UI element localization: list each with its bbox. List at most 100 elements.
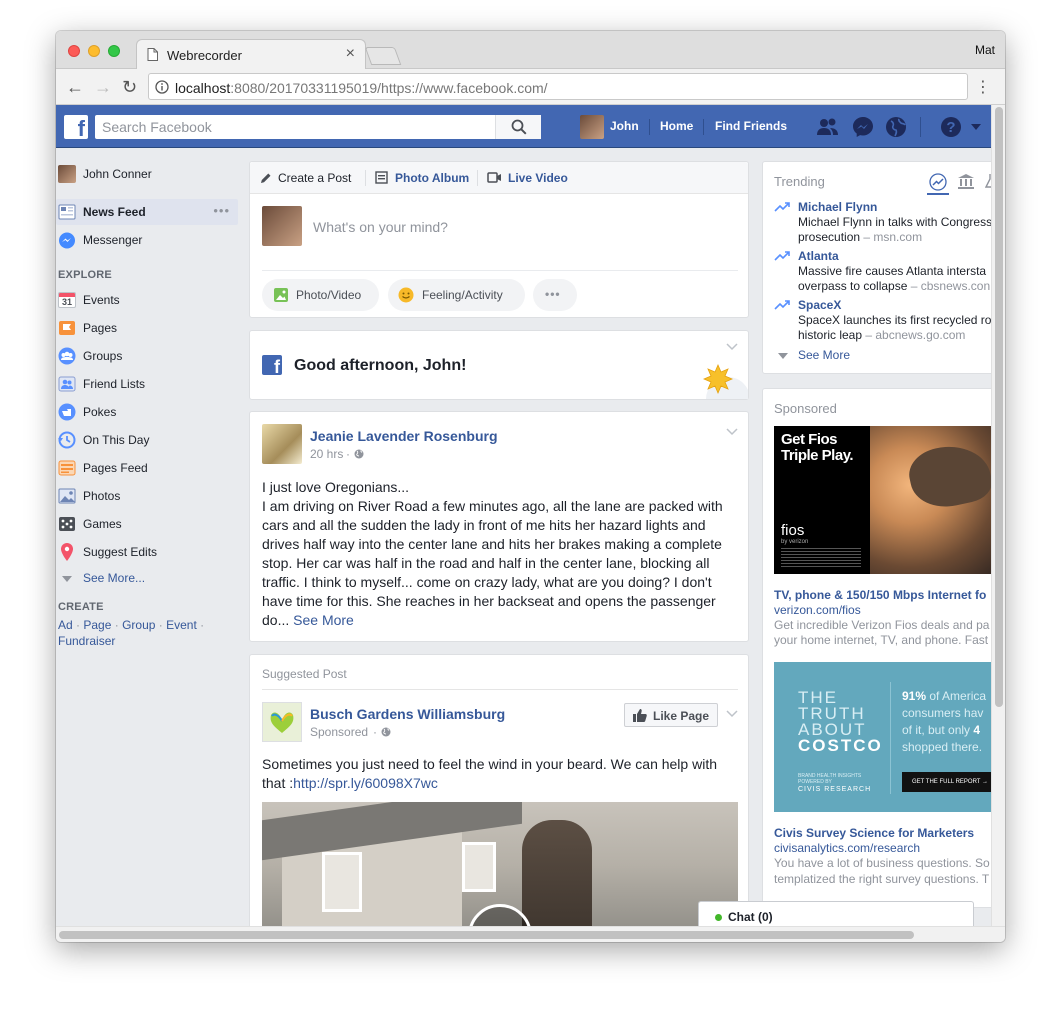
- close-window-button[interactable]: [68, 45, 80, 57]
- messenger-icon[interactable]: [852, 116, 874, 138]
- chevron-down-icon[interactable]: [726, 343, 738, 351]
- composer-input[interactable]: What's on your mind?: [313, 219, 448, 235]
- browser-menu-icon[interactable]: ⋮: [975, 77, 991, 97]
- window-shape: [322, 852, 362, 912]
- nav-separator: [920, 117, 921, 137]
- politics-building-icon[interactable]: [957, 173, 975, 189]
- sidebar-item-photos[interactable]: Photos: [56, 483, 236, 509]
- chat-bar[interactable]: Chat (0): [698, 901, 974, 926]
- see-more-link[interactable]: See More: [293, 612, 354, 628]
- maximize-window-button[interactable]: [108, 45, 120, 57]
- post-timestamp[interactable]: 20 hrs: [310, 447, 343, 461]
- civis-ad-url[interactable]: civisanalytics.com/research: [774, 841, 920, 855]
- vertical-scrollbar[interactable]: [991, 105, 1005, 926]
- sidebar-item-profile[interactable]: John Conner: [56, 161, 236, 187]
- account-menu-chevron-down-icon[interactable]: [970, 123, 982, 131]
- browser-profile[interactable]: Mat: [975, 43, 995, 57]
- find-friends-link[interactable]: Find Friends: [715, 119, 787, 133]
- sidebar-item-pages[interactable]: Pages: [56, 315, 236, 341]
- more-composer-options-button[interactable]: •••: [533, 279, 577, 311]
- audience-separator: ·: [373, 725, 377, 739]
- tab-photo-album[interactable]: Photo Album: [395, 171, 469, 185]
- sidebar-item-games[interactable]: Games: [56, 511, 236, 537]
- tab-create-post[interactable]: Create a Post: [278, 171, 351, 185]
- trending-topic: Michael Flynn: [798, 200, 878, 214]
- sidebar-item-news-feed[interactable]: News Feed •••: [56, 199, 238, 225]
- sidebar-see-more[interactable]: See More...: [56, 565, 236, 591]
- post-link[interactable]: http://spr.ly/60098X7wc: [293, 775, 438, 791]
- like-page-button[interactable]: Like Page: [624, 703, 718, 727]
- address-bar[interactable]: localhost:8080/20170331195019/https://ww…: [148, 73, 968, 100]
- composer-tabs: Create a Post Photo Album Live Video: [250, 162, 748, 194]
- sidebar-item-events[interactable]: 31 Events: [56, 287, 236, 313]
- url-text: localhost:8080/20170331195019/https://ww…: [175, 80, 548, 96]
- minimize-window-button[interactable]: [88, 45, 100, 57]
- post-author-avatar[interactable]: [262, 424, 302, 464]
- title-bar: Webrecorder × Mat: [56, 31, 1005, 70]
- sidebar-item-label: Events: [83, 293, 120, 307]
- back-icon[interactable]: ←: [66, 77, 84, 98]
- reload-icon[interactable]: ↻: [122, 77, 137, 98]
- sidebar-item-pokes[interactable]: Pokes: [56, 399, 236, 425]
- create-fundraiser-link[interactable]: Fundraiser: [58, 634, 115, 648]
- sponsored-label[interactable]: Sponsored: [310, 725, 368, 739]
- new-tab-button[interactable]: [364, 47, 402, 65]
- costco-cta-button[interactable]: GET THE FULL REPORT →: [902, 772, 991, 792]
- home-link[interactable]: Home: [660, 119, 693, 133]
- feeling-activity-button[interactable]: Feeling/Activity: [388, 279, 525, 311]
- fios-ad-desc-2: your home internet, TV, and phone. Fast: [774, 633, 989, 647]
- friend-requests-icon[interactable]: [816, 117, 840, 137]
- forward-icon[interactable]: →: [94, 77, 112, 98]
- fios-ad-url[interactable]: verizon.com/fios: [774, 603, 861, 617]
- create-links: Ad · Page · Group · Event ·: [58, 618, 205, 632]
- horizontal-scrollbar[interactable]: [56, 926, 1005, 942]
- sidebar-item-suggest-edits[interactable]: Suggest Edits: [56, 539, 236, 565]
- search-button[interactable]: [495, 115, 541, 139]
- sidebar-item-groups[interactable]: Groups: [56, 343, 236, 369]
- see-more-link[interactable]: See More...: [83, 571, 145, 585]
- pencil-icon: [261, 173, 271, 183]
- horizontal-scroll-thumb[interactable]: [59, 931, 914, 939]
- trending-top-icon[interactable]: [929, 173, 947, 191]
- profile-link[interactable]: John: [610, 119, 639, 133]
- sidebar-item-pages-feed[interactable]: Pages Feed: [56, 455, 236, 481]
- civis-ad-title[interactable]: Civis Survey Science for Marketers: [774, 826, 974, 840]
- create-event-link[interactable]: Event: [166, 618, 197, 632]
- sidebar-item-label: News Feed: [83, 205, 146, 219]
- trending-description-2: historic leap – abcnews.go.com: [798, 328, 965, 342]
- notifications-globe-icon[interactable]: [885, 116, 907, 138]
- page-avatar[interactable]: [262, 702, 302, 742]
- chevron-down-icon[interactable]: [726, 428, 738, 436]
- search-input[interactable]: Search Facebook: [95, 115, 541, 139]
- fios-black-panel: Get Fios Triple Play. fios by verizon: [774, 426, 870, 574]
- sidebar-item-on-this-day[interactable]: On This Day: [56, 427, 236, 453]
- help-icon[interactable]: ?: [940, 116, 962, 138]
- trending-see-more-link[interactable]: See More: [798, 348, 850, 362]
- fios-ad-title[interactable]: TV, phone & 150/150 Mbps Internet fo: [774, 588, 986, 602]
- tab-live-video[interactable]: Live Video: [508, 171, 568, 185]
- create-ad-link[interactable]: Ad: [58, 618, 73, 632]
- sidebar-item-friend-lists[interactable]: Friend Lists: [56, 371, 236, 397]
- close-tab-icon[interactable]: ×: [346, 45, 355, 63]
- post-author-name[interactable]: Jeanie Lavender Rosenburg: [310, 428, 498, 444]
- page-name[interactable]: Busch Gardens Williamsburg: [310, 706, 505, 722]
- facebook-logo-icon[interactable]: f: [64, 115, 88, 141]
- trending-arrow-icon: [774, 202, 790, 212]
- more-options-icon[interactable]: •••: [213, 203, 230, 218]
- create-group-link[interactable]: Group: [122, 618, 155, 632]
- video-thumbnail[interactable]: [262, 802, 738, 926]
- costco-ad-image[interactable]: THE TRUTH ABOUT COSTCO BRAND HEALTH INSI…: [774, 662, 991, 812]
- sidebar-item-messenger[interactable]: Messenger: [56, 227, 236, 253]
- sidebar-item-label: Games: [83, 517, 122, 531]
- video-camera-icon: [487, 172, 501, 183]
- browser-tab[interactable]: Webrecorder ×: [136, 39, 366, 70]
- vertical-scroll-thumb[interactable]: [995, 107, 1003, 707]
- create-page-link[interactable]: Page: [83, 618, 111, 632]
- feed-post: Jeanie Lavender Rosenburg 20 hrs · I jus…: [249, 411, 749, 642]
- photo-video-button[interactable]: Photo/Video: [262, 279, 379, 311]
- tab-separator: [477, 170, 478, 186]
- chevron-down-icon[interactable]: [726, 710, 738, 718]
- user-avatar[interactable]: [580, 115, 604, 139]
- fios-ad-image[interactable]: Get Fios Triple Play. fios by verizon: [774, 426, 991, 574]
- trending-topic: Atlanta: [798, 249, 839, 263]
